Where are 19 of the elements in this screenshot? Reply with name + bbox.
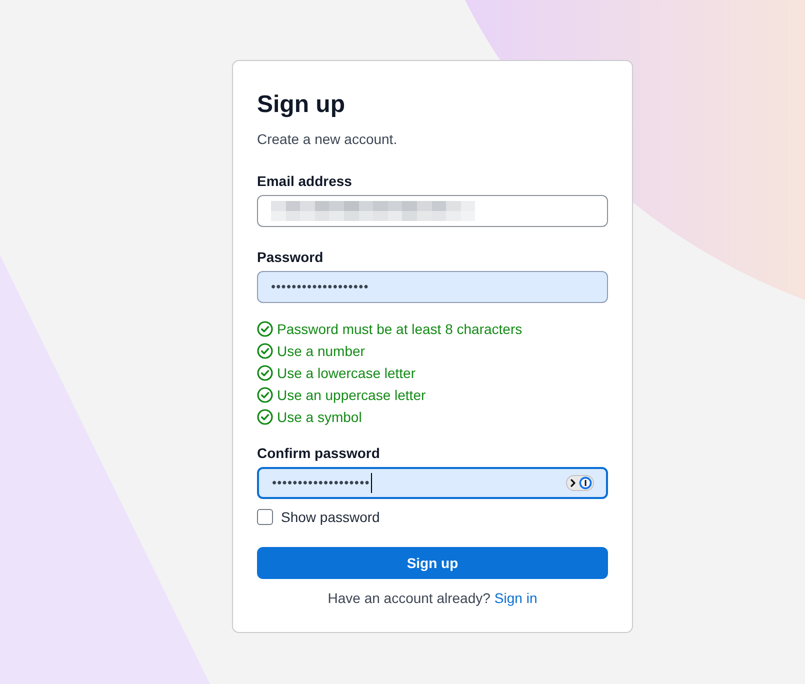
- requirement-text: Use a lowercase letter: [277, 364, 416, 382]
- sign-up-button[interactable]: Sign up: [257, 547, 608, 579]
- checkbox[interactable]: [257, 509, 273, 525]
- subtitle: Create a new account.: [257, 130, 398, 149]
- input-field[interactable]: [257, 195, 608, 227]
- footer-text: Have an account already?: [328, 588, 490, 608]
- field-label: Email address: [257, 172, 353, 191]
- field-label: Password: [257, 248, 324, 267]
- input-field[interactable]: •••••••••••••••••••: [257, 271, 608, 303]
- requirement-text: Password must be at least 8 characters: [277, 320, 522, 338]
- keyhole-pill-icon[interactable]: [566, 475, 594, 491]
- page-title: Sign up: [257, 90, 346, 120]
- checkbox-label: Show password: [281, 508, 380, 527]
- requirement-text: Use a number: [277, 342, 365, 360]
- sign-in-link[interactable]: Sign in: [494, 588, 538, 608]
- field-label: Confirm password: [257, 444, 381, 463]
- requirement-text: Use an uppercase letter: [277, 386, 426, 405]
- requirement-text: Use a symbol: [277, 408, 362, 427]
- input-field[interactable]: •••••••••••••••••••: [257, 467, 608, 499]
